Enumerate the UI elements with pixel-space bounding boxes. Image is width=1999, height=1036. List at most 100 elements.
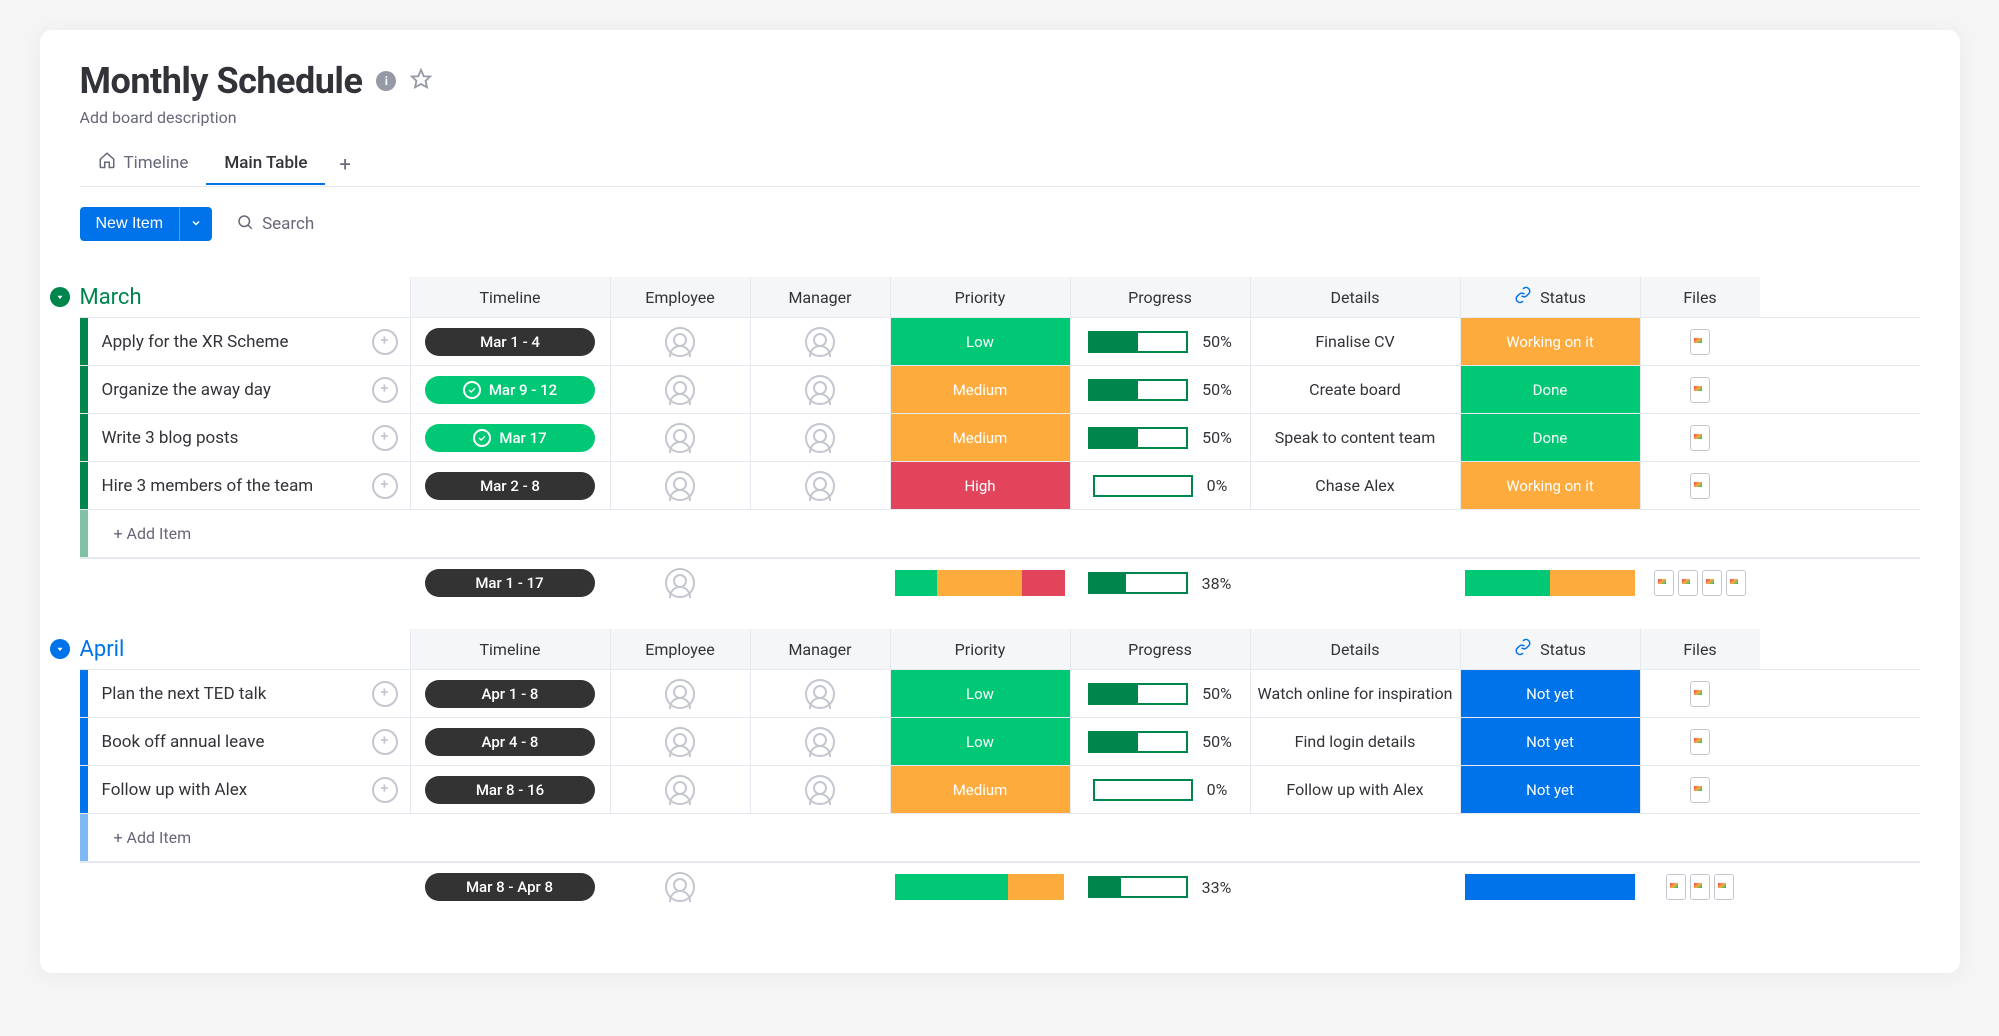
status-cell[interactable]: Not yet <box>1461 766 1640 813</box>
group-collapse-toggle[interactable] <box>50 287 70 307</box>
priority-cell[interactable]: Medium <box>891 766 1070 813</box>
progress-cell[interactable]: 50% <box>1071 731 1250 753</box>
group-title[interactable]: April <box>80 637 125 662</box>
tab-timeline[interactable]: Timeline <box>80 141 207 186</box>
file-icon[interactable] <box>1690 777 1710 803</box>
column-header-employee[interactable]: Employee <box>610 277 750 317</box>
file-icon[interactable] <box>1666 874 1686 900</box>
column-header-timeline[interactable]: Timeline <box>410 277 610 317</box>
item-name[interactable]: Follow up with Alex <box>88 780 372 800</box>
add-conversation-icon[interactable] <box>372 377 398 403</box>
table-row[interactable]: Hire 3 members of the team Mar 2 - 8 High… <box>80 461 1920 509</box>
column-header-priority[interactable]: Priority <box>890 629 1070 669</box>
priority-cell[interactable]: Medium <box>891 366 1070 413</box>
avatar-placeholder[interactable] <box>805 423 835 453</box>
column-header-progress[interactable]: Progress <box>1070 277 1250 317</box>
file-icon[interactable] <box>1690 425 1710 451</box>
status-cell[interactable]: Working on it <box>1461 318 1640 365</box>
column-header-manager[interactable]: Manager <box>750 277 890 317</box>
progress-cell[interactable]: 0% <box>1071 475 1250 497</box>
file-icon[interactable] <box>1726 570 1746 596</box>
add-conversation-icon[interactable] <box>372 473 398 499</box>
item-name[interactable]: Write 3 blog posts <box>88 428 372 448</box>
priority-cell[interactable]: Low <box>891 318 1070 365</box>
progress-cell[interactable]: 50% <box>1071 427 1250 449</box>
details-cell[interactable]: Speak to content team <box>1250 414 1460 461</box>
avatar-placeholder[interactable] <box>665 775 695 805</box>
progress-cell[interactable]: 0% <box>1071 779 1250 801</box>
avatar-placeholder[interactable] <box>665 727 695 757</box>
file-icon[interactable] <box>1714 874 1734 900</box>
table-row[interactable]: Book off annual leave Apr 4 - 8Low 50%Fi… <box>80 717 1920 765</box>
board-description[interactable]: Add board description <box>80 108 1920 127</box>
table-row[interactable]: Apply for the XR Scheme Mar 1 - 4 Low 50%… <box>80 317 1920 365</box>
avatar-placeholder[interactable] <box>665 679 695 709</box>
avatar-placeholder[interactable] <box>805 327 835 357</box>
timeline-pill[interactable]: Apr 1 - 8 <box>425 680 595 708</box>
timeline-pill[interactable]: Apr 4 - 8 <box>425 728 595 756</box>
column-header-employee[interactable]: Employee <box>610 629 750 669</box>
progress-cell[interactable]: 50% <box>1071 683 1250 705</box>
star-icon[interactable] <box>410 68 432 94</box>
file-icon[interactable] <box>1690 473 1710 499</box>
file-icon[interactable] <box>1678 570 1698 596</box>
file-icon[interactable] <box>1654 570 1674 596</box>
column-header-files[interactable]: Files <box>1640 277 1760 317</box>
new-item-dropdown[interactable] <box>179 207 212 241</box>
avatar-placeholder[interactable] <box>665 471 695 501</box>
file-icon[interactable] <box>1690 681 1710 707</box>
file-icon[interactable] <box>1690 874 1710 900</box>
add-item-row[interactable]: + Add Item <box>80 509 1920 557</box>
tab-main-table[interactable]: Main Table <box>206 143 325 185</box>
timeline-pill[interactable]: Mar 1 - 4 <box>425 328 595 356</box>
file-icon[interactable] <box>1690 329 1710 355</box>
column-header-priority[interactable]: Priority <box>890 277 1070 317</box>
item-name[interactable]: Plan the next TED talk <box>88 684 372 704</box>
add-conversation-icon[interactable] <box>372 777 398 803</box>
details-cell[interactable]: Chase Alex <box>1250 462 1460 509</box>
priority-cell[interactable]: High <box>891 462 1070 509</box>
item-name[interactable]: Apply for the XR Scheme <box>88 332 372 352</box>
priority-cell[interactable]: Low <box>891 670 1070 717</box>
avatar-placeholder[interactable] <box>805 679 835 709</box>
file-icon[interactable] <box>1690 377 1710 403</box>
timeline-pill[interactable]: Mar 2 - 8 <box>425 472 595 500</box>
file-icon[interactable] <box>1702 570 1722 596</box>
avatar-placeholder[interactable] <box>665 375 695 405</box>
column-header-manager[interactable]: Manager <box>750 629 890 669</box>
priority-cell[interactable]: Medium <box>891 414 1070 461</box>
progress-cell[interactable]: 50% <box>1071 379 1250 401</box>
status-cell[interactable]: Not yet <box>1461 670 1640 717</box>
details-cell[interactable]: Finalise CV <box>1250 318 1460 365</box>
status-cell[interactable]: Done <box>1461 414 1640 461</box>
group-title[interactable]: March <box>80 285 142 310</box>
add-conversation-icon[interactable] <box>372 425 398 451</box>
details-cell[interactable]: Find login details <box>1250 718 1460 765</box>
avatar-placeholder[interactable] <box>665 327 695 357</box>
details-cell[interactable]: Create board <box>1250 366 1460 413</box>
item-name[interactable]: Hire 3 members of the team <box>88 476 372 496</box>
timeline-pill[interactable]: Mar 8 - 16 <box>425 776 595 804</box>
info-icon[interactable]: i <box>376 71 396 91</box>
add-conversation-icon[interactable] <box>372 329 398 355</box>
status-cell[interactable]: Working on it <box>1461 462 1640 509</box>
group-collapse-toggle[interactable] <box>50 639 70 659</box>
column-header-status[interactable]: Status <box>1460 277 1640 317</box>
column-header-status[interactable]: Status <box>1460 629 1640 669</box>
timeline-pill[interactable]: Mar 9 - 12 <box>425 376 595 404</box>
table-row[interactable]: Write 3 blog posts Mar 17Medium 50%Speak… <box>80 413 1920 461</box>
table-row[interactable]: Organize the away day Mar 9 - 12 Medium 5… <box>80 365 1920 413</box>
details-cell[interactable]: Watch online for inspiration <box>1250 670 1460 717</box>
search-input[interactable]: Search <box>236 213 314 236</box>
add-item-row[interactable]: + Add Item <box>80 813 1920 861</box>
avatar-placeholder[interactable] <box>805 471 835 501</box>
column-header-details[interactable]: Details <box>1250 629 1460 669</box>
column-header-timeline[interactable]: Timeline <box>410 629 610 669</box>
column-header-files[interactable]: Files <box>1640 629 1760 669</box>
add-conversation-icon[interactable] <box>372 681 398 707</box>
avatar-placeholder[interactable] <box>805 775 835 805</box>
item-name[interactable]: Organize the away day <box>88 380 372 400</box>
progress-cell[interactable]: 50% <box>1071 331 1250 353</box>
avatar-placeholder[interactable] <box>805 727 835 757</box>
file-icon[interactable] <box>1690 729 1710 755</box>
